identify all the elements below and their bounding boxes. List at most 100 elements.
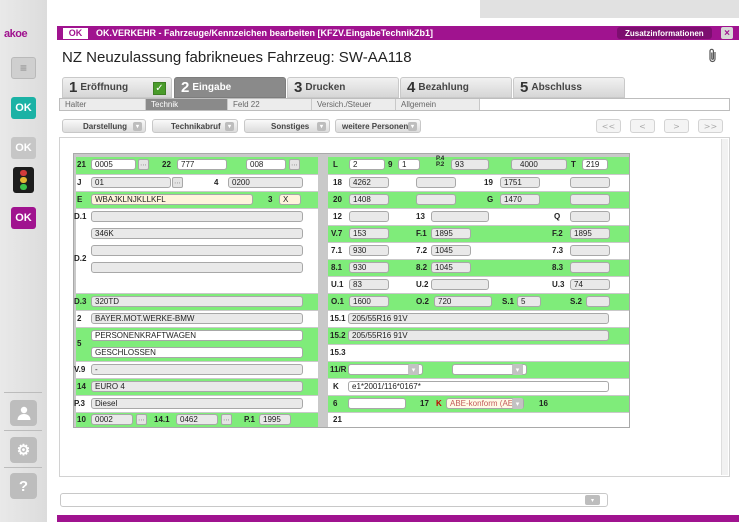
weitere-personen-dropdown[interactable]: weitere Personen ▾ — [335, 119, 421, 133]
field-o1[interactable]: 1600 — [349, 296, 389, 307]
field-u2[interactable] — [431, 279, 489, 290]
field-u1[interactable]: 83 — [349, 279, 389, 290]
field-s2[interactable] — [586, 296, 610, 307]
field-7-2[interactable]: 1045 — [431, 245, 471, 256]
list-icon[interactable]: ⋯ — [221, 414, 232, 425]
subtab-feld-22[interactable]: Feld 22 — [228, 99, 312, 110]
field-l[interactable]: 2 — [349, 159, 385, 170]
field-u3[interactable]: 74 — [570, 279, 610, 290]
field-d1b[interactable]: 346K — [91, 228, 303, 239]
field-4[interactable]: 0200 — [228, 177, 303, 188]
field-d3[interactable]: 320TD — [91, 296, 303, 307]
field-22b[interactable]: 008 — [246, 159, 286, 170]
field-20[interactable]: 1408 — [349, 194, 389, 205]
field-5b[interactable]: GESCHLOSSEN — [91, 347, 303, 358]
field-p2[interactable]: 4000 — [511, 159, 567, 170]
field-15-1[interactable]: 205/55R16 91V — [348, 313, 609, 324]
step-abschluss[interactable]: 5 Abschluss — [513, 77, 625, 98]
ok-app-button-magenta[interactable]: OK — [11, 207, 36, 229]
field-q[interactable] — [570, 211, 610, 222]
ok-app-button[interactable]: OK — [11, 137, 36, 159]
next-record-button[interactable]: > — [664, 119, 689, 133]
paperclip-icon[interactable] — [707, 48, 719, 68]
label-u1: U.1 — [331, 280, 344, 289]
prev-record-button[interactable]: < — [630, 119, 655, 133]
subtab-versich-steuer[interactable]: Versich./Steuer — [312, 99, 396, 110]
gear-icon[interactable]: ⚙ — [10, 437, 37, 463]
label-8-1: 8.1 — [331, 263, 343, 272]
field-21[interactable]: 0005 — [91, 159, 136, 170]
chevron-down-icon[interactable]: ▾ — [512, 364, 523, 375]
bottom-select[interactable] — [60, 493, 608, 507]
field-d2b[interactable] — [91, 262, 303, 273]
field-v7[interactable]: 153 — [349, 228, 389, 239]
field-5a[interactable]: PERSONENKRAFTWAGEN — [91, 330, 303, 341]
field-7-1[interactable]: 930 — [349, 245, 389, 256]
field-10[interactable]: 0002 — [91, 414, 133, 425]
chevron-down-icon[interactable]: ▾ — [512, 398, 523, 409]
field-13[interactable] — [431, 211, 489, 222]
chevron-down-icon: ▾ — [225, 122, 234, 131]
list-icon[interactable]: ⋯ — [289, 159, 300, 170]
field-19b[interactable] — [570, 177, 610, 188]
subtab-technik[interactable]: Technik — [146, 99, 228, 110]
field-t[interactable]: 219 — [582, 159, 608, 170]
field-8-2[interactable]: 1045 — [431, 262, 471, 273]
field-22a[interactable]: 777 — [177, 159, 227, 170]
field-k[interactable]: e1*2001/116*0167* — [348, 381, 609, 392]
field-18b[interactable] — [416, 177, 456, 188]
field-p1[interactable]: 1995 — [259, 414, 291, 425]
field-20b[interactable] — [416, 194, 456, 205]
field-14-1[interactable]: 0462 — [176, 414, 218, 425]
field-j[interactable]: 01 — [91, 177, 171, 188]
field-15-2[interactable]: 205/55R16 91V — [348, 330, 609, 341]
field-8-1[interactable]: 930 — [349, 262, 389, 273]
field-p4[interactable]: 93 — [451, 159, 489, 170]
document-icon[interactable]: ≡ — [11, 57, 36, 79]
last-record-button[interactable]: >> — [698, 119, 723, 133]
field-8-3[interactable] — [570, 262, 610, 273]
ok-app-button-active[interactable]: OK — [11, 97, 36, 119]
field-g[interactable]: 1470 — [500, 194, 540, 205]
sonstiges-dropdown[interactable]: Sonstiges ▾ — [244, 119, 330, 133]
chevron-down-icon[interactable]: ▾ — [585, 495, 600, 505]
field-s1[interactable]: 5 — [517, 296, 541, 307]
step-bezahlung[interactable]: 4 Bezahlung — [400, 77, 512, 98]
subtab-allgemein[interactable]: Allgemein — [396, 99, 480, 110]
list-icon[interactable]: ⋯ — [172, 177, 183, 188]
chevron-down-icon[interactable]: ▾ — [408, 364, 419, 375]
vertical-scrollbar[interactable] — [721, 139, 728, 475]
field-6[interactable] — [348, 398, 406, 409]
step-drucken[interactable]: 3 Drucken — [287, 77, 399, 98]
first-record-button[interactable]: << — [596, 119, 621, 133]
close-icon[interactable]: × — [721, 27, 733, 39]
list-icon[interactable]: ⋯ — [136, 414, 147, 425]
field-f2[interactable]: 1895 — [570, 228, 610, 239]
field-d1a[interactable] — [91, 211, 303, 222]
step-eingabe[interactable]: 2 Eingabe — [174, 77, 286, 98]
list-icon[interactable]: ⋯ — [138, 159, 149, 170]
field-p3[interactable]: Diesel — [91, 398, 303, 409]
field-f1[interactable]: 1895 — [431, 228, 471, 239]
field-12[interactable] — [349, 211, 389, 222]
zusatzinformationen-button[interactable]: Zusatzinformationen — [617, 27, 712, 39]
field-d2a[interactable] — [91, 245, 303, 256]
field-gb[interactable] — [570, 194, 610, 205]
person-icon[interactable] — [10, 400, 37, 426]
field-19[interactable]: 1751 — [500, 177, 540, 188]
label-t: T — [571, 160, 576, 169]
field-o2[interactable]: 720 — [434, 296, 492, 307]
field-2[interactable]: BAYER.MOT.WERKE-BMW — [91, 313, 303, 324]
field-e[interactable]: WBAJKLNJKLLKFL — [91, 194, 253, 205]
help-icon[interactable]: ? — [10, 473, 37, 499]
field-9[interactable]: 1 — [398, 159, 420, 170]
field-v9[interactable]: - — [91, 364, 303, 375]
subtab-halter[interactable]: Halter — [60, 99, 146, 110]
technikabruf-dropdown[interactable]: Technikabruf ▾ — [152, 119, 238, 133]
field-7-3[interactable] — [570, 245, 610, 256]
traffic-light-icon[interactable] — [13, 167, 34, 193]
field-14[interactable]: EURO 4 — [91, 381, 303, 392]
darstellung-dropdown[interactable]: Darstellung ▾ — [62, 119, 146, 133]
field-3[interactable]: X — [279, 194, 301, 205]
field-18[interactable]: 4262 — [349, 177, 389, 188]
